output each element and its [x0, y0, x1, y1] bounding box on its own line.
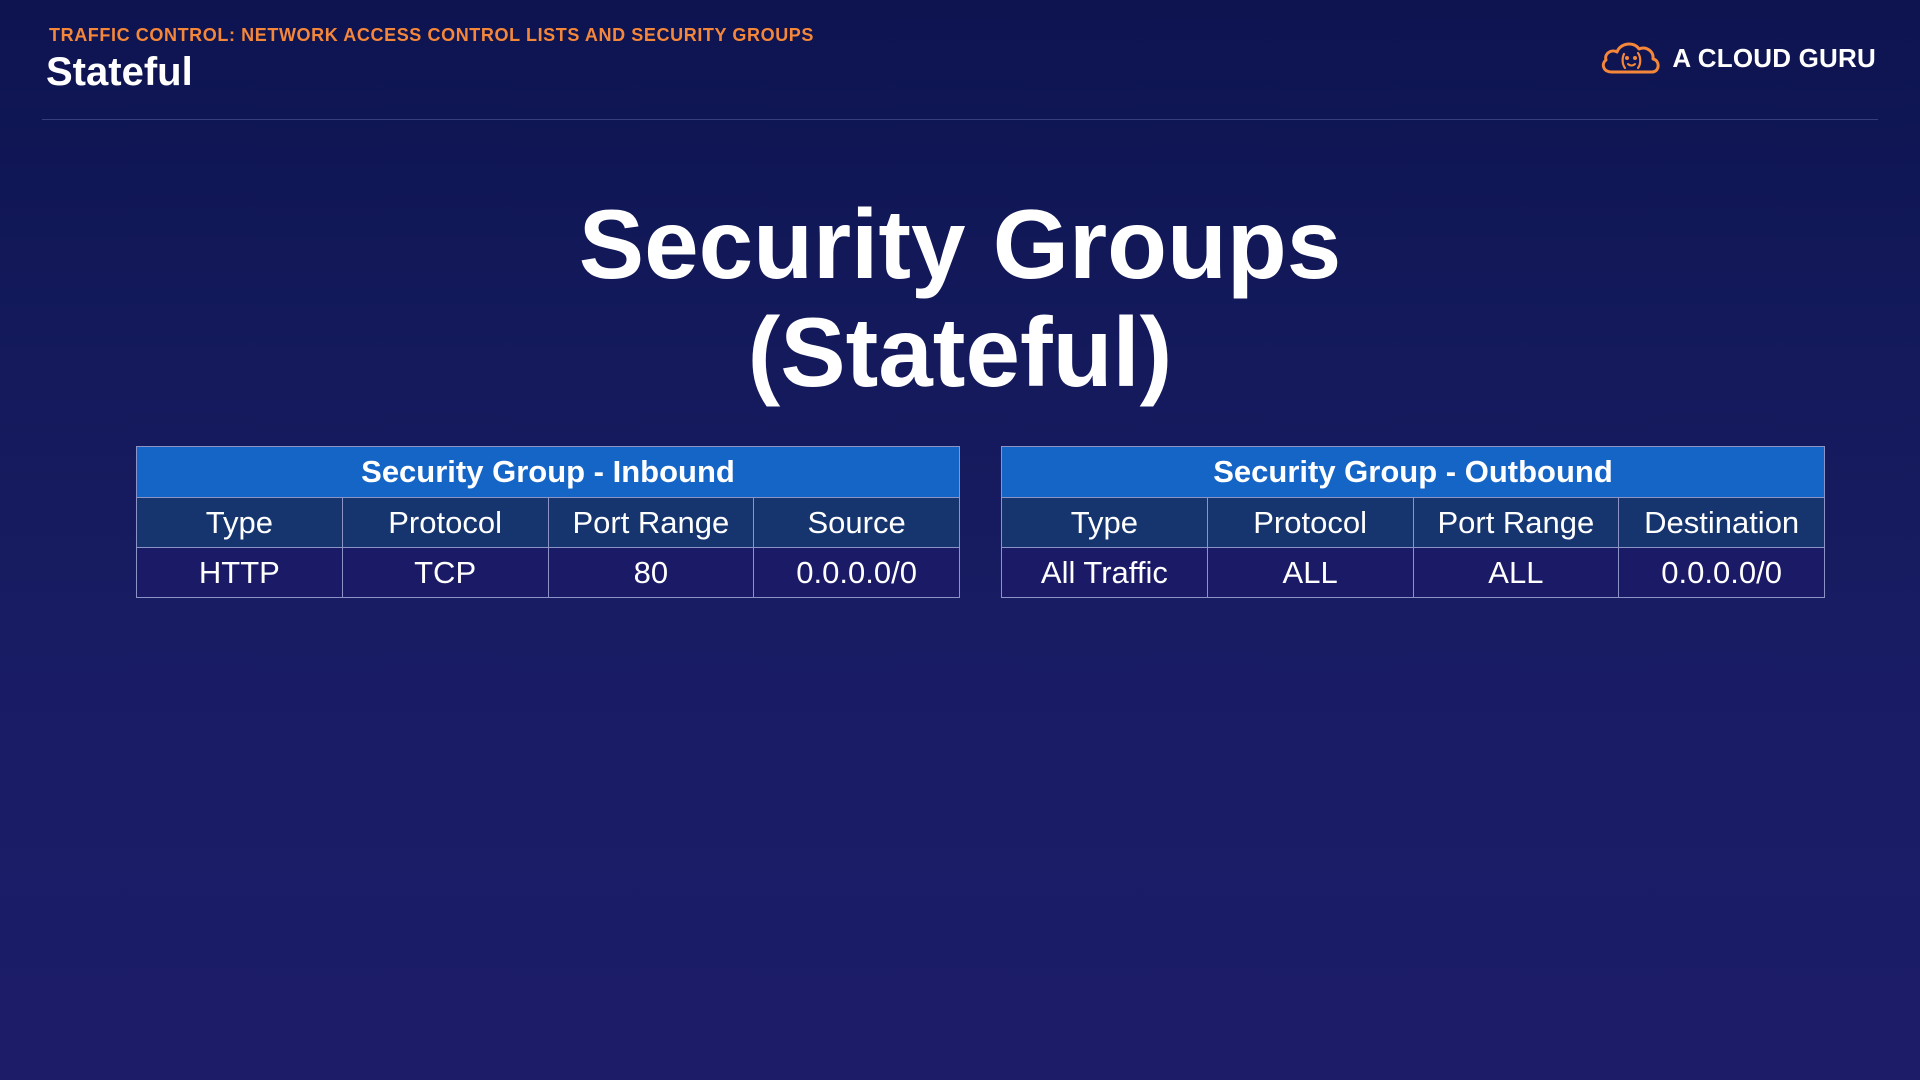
table-header-row: Type Protocol Port Range Source: [136, 497, 960, 548]
cell-source: 0.0.0.0/0: [753, 547, 960, 598]
table-row: All Traffic ALL ALL 0.0.0.0/0: [1001, 547, 1825, 598]
page-title: Stateful: [46, 50, 193, 94]
outbound-table-caption: Security Group - Outbound: [1001, 446, 1825, 498]
column-header-protocol: Protocol: [1206, 497, 1414, 548]
slide-header: TRAFFIC CONTROL: NETWORK ACCESS CONTROL …: [0, 0, 1920, 120]
column-header-port-range: Port Range: [547, 497, 755, 548]
table-header-row: Type Protocol Port Range Destination: [1001, 497, 1825, 548]
table-row: HTTP TCP 80 0.0.0.0/0: [136, 547, 960, 598]
inbound-table-caption: Security Group - Inbound: [136, 446, 960, 498]
column-header-type: Type: [136, 497, 343, 548]
table-caption-row: Security Group - Outbound: [1001, 446, 1825, 498]
slide-heading-line2: (Stateful): [747, 297, 1173, 407]
cell-protocol: ALL: [1206, 547, 1414, 598]
column-header-source: Source: [753, 497, 960, 548]
cell-destination: 0.0.0.0/0: [1618, 547, 1825, 598]
breadcrumb: TRAFFIC CONTROL: NETWORK ACCESS CONTROL …: [49, 25, 815, 45]
slide-heading-line1: Security Groups: [578, 189, 1342, 299]
inbound-rules-table: Security Group - Inbound Type Protocol P…: [136, 446, 960, 598]
brand-logo: A CLOUD GURU: [1598, 36, 1876, 80]
outbound-rules-table: Security Group - Outbound Type Protocol …: [1001, 446, 1825, 598]
column-header-type: Type: [1001, 497, 1208, 548]
brand-name: A CLOUD GURU: [1672, 42, 1876, 73]
column-header-destination: Destination: [1618, 497, 1825, 548]
cell-type: All Traffic: [1001, 547, 1208, 598]
cell-port-range: 80: [547, 547, 755, 598]
cell-port-range: ALL: [1412, 547, 1620, 598]
header-divider: [42, 119, 1878, 120]
cell-type: HTTP: [136, 547, 343, 598]
table-caption-row: Security Group - Inbound: [136, 446, 960, 498]
column-header-protocol: Protocol: [341, 497, 549, 548]
slide-heading: Security Groups (Stateful): [0, 190, 1920, 406]
column-header-port-range: Port Range: [1412, 497, 1620, 548]
cloud-logo-icon: [1602, 42, 1660, 74]
cell-protocol: TCP: [341, 547, 549, 598]
